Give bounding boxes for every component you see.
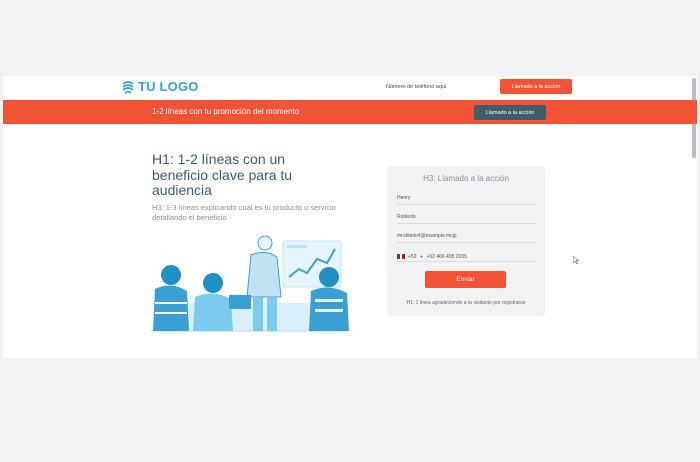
top-bar: TU LOGO Número de teléfono aquí Llamado … <box>3 76 697 100</box>
form-title: H3: Llamado a la acción <box>423 174 509 183</box>
email-field[interactable]: mrobledo4@example.mcjp <box>397 231 536 243</box>
submit-button[interactable]: Enviar <box>425 271 506 288</box>
logo-swirl-icon <box>122 80 134 94</box>
mexico-flag-icon[interactable] <box>397 254 406 259</box>
first-name-field[interactable]: Henry <box>397 193 536 205</box>
logo-text: TU LOGO <box>138 79 199 94</box>
landing-page: TU LOGO Número de teléfono aquí Llamado … <box>3 76 697 358</box>
phone-code: +52 <box>408 253 417 260</box>
promo-banner: 1-2 líneas con tu promoción del momento … <box>3 100 697 124</box>
mouse-cursor-icon <box>573 256 579 264</box>
phone-number-input[interactable]: +52 466 405 2035 <box>426 254 466 260</box>
promo-cta-button[interactable]: Llamado a la acción <box>474 105 546 120</box>
signup-form: H3: Llamado a la acción Henry Robledo mr… <box>387 166 545 316</box>
thanks-text: H1: 1 línea agradeciendo a tu visitante … <box>406 300 526 306</box>
logo[interactable]: TU LOGO <box>121 79 199 94</box>
hero-heading: H1: 1-2 líneas con un beneficio clave pa… <box>152 151 293 198</box>
team-meeting-illustration <box>151 235 349 332</box>
phone-field[interactable]: +52 ▼ +52 466 405 2035 <box>397 250 536 262</box>
chevron-down-icon[interactable]: ▼ <box>419 254 423 259</box>
header-cta-button[interactable]: Llamado a la acción <box>500 79 572 94</box>
hero-subheading: H3: 1-3 líneas explicando cuál es tu pro… <box>152 203 336 222</box>
last-name-field[interactable]: Robledo <box>397 212 536 224</box>
promo-text: 1-2 líneas con tu promoción del momento <box>152 107 300 116</box>
phone-number: Número de teléfono aquí <box>386 84 447 90</box>
